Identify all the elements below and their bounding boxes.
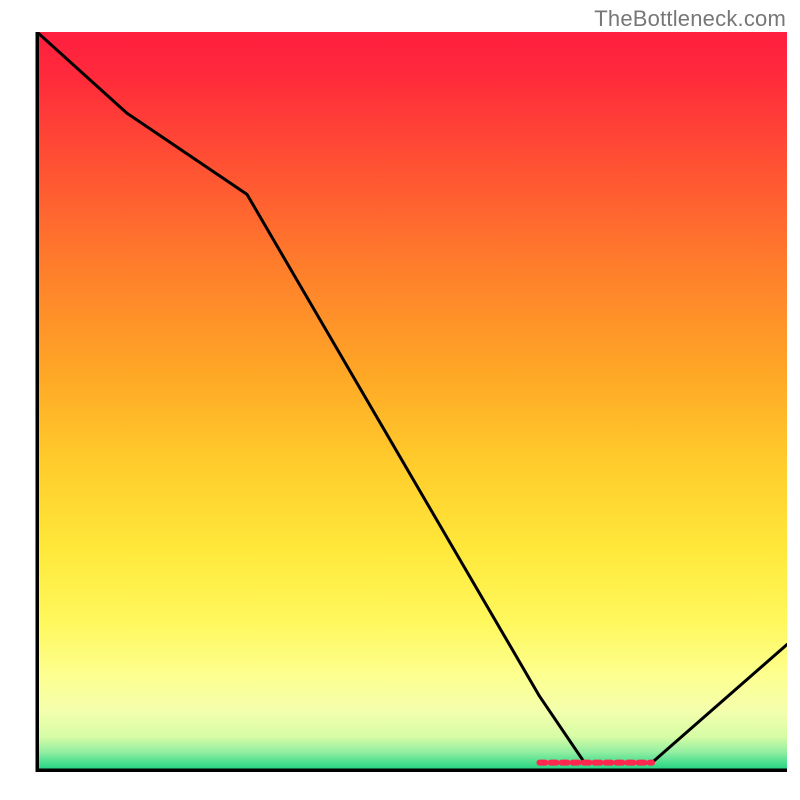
plot-background (37, 32, 787, 770)
bottleneck-chart (0, 0, 800, 800)
